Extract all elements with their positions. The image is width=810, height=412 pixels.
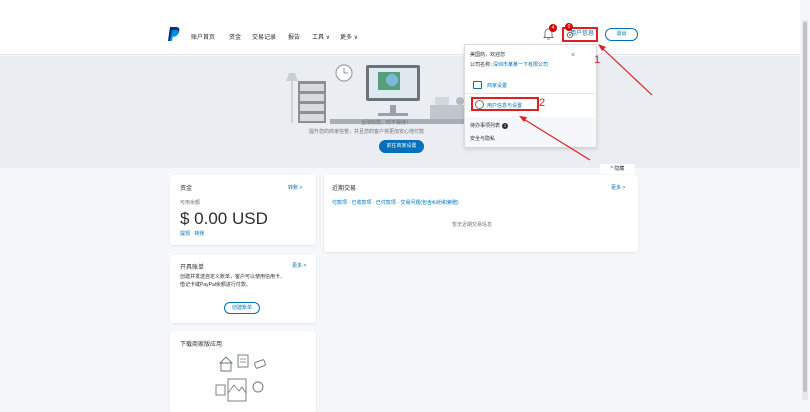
merchant-settings-cta-button[interactable]: 前往商家设置 <box>379 140 424 153</box>
company-name[interactable]: 深圳市某某一下有限公司 <box>493 61 548 68</box>
nav-reports[interactable]: 报告 <box>288 32 300 41</box>
paypal-logo-icon[interactable] <box>168 27 180 41</box>
withdraw-transfer-links[interactable]: 提现 · 转账 <box>180 230 204 237</box>
company-label: 公司名称： <box>470 62 496 68</box>
invoice-card: 开具账单 更多 > 创建并发送自定义账单，客户可以使用信用卡、 借记卡或PayP… <box>170 255 316 323</box>
activity-filter-tabs[interactable]: 付款项 · 已收款项 · 已付款项 · 交易问题(包含纠纷和索赔) <box>332 199 459 206</box>
gear-icon <box>566 31 574 39</box>
hero-subline: 提升您的商家信誉，并且您的客户将更加安心地付款 <box>309 129 425 135</box>
todo-list-label: 待办事项列表 <box>470 123 501 129</box>
recent-activity-title: 近期交易 <box>332 186 357 192</box>
annotation-number-2: 2 <box>539 97 546 109</box>
balance-card: 资金 转账 > 可用余额 $ 0.00 USD 提现 · 转账 <box>170 175 316 245</box>
app-download-title: 下载商家版应用 <box>180 342 223 348</box>
nav-account-home[interactable]: 账户首页 <box>191 32 215 41</box>
app-features-illustration <box>215 354 266 402</box>
annotation-number-1: 1 <box>594 54 601 66</box>
account-dropdown-menu: 美国商，欢迎您 × 公司名称： 深圳市某某一下有限公司 商家设置 用户信息与设置… <box>464 44 597 147</box>
invoice-description-line2: 借记卡或PayPal余额进行付款。 <box>180 282 251 288</box>
nav-funds[interactable]: 资金 <box>229 32 241 41</box>
annotation-highlight-box <box>471 97 539 111</box>
todo-list-link[interactable]: 待办事项列表 1 <box>470 122 509 129</box>
balance-amount: $ 0.00 USD <box>180 209 268 228</box>
create-invoice-button[interactable]: 创建账单 <box>224 302 260 314</box>
todo-count-badge: 1 <box>502 122 509 129</box>
hero-headline: 全球收款，时不我待！ <box>361 120 412 126</box>
nav-tools[interactable]: 工具 ∨ <box>312 32 330 41</box>
collapse-banner-button[interactable]: ^ 隐藏 <box>600 164 635 174</box>
merchant-settings-link[interactable]: 商家设置 <box>487 82 507 89</box>
logout-button[interactable]: 退出 <box>605 28 638 41</box>
nav-transactions[interactable]: 交易记录 <box>252 32 276 41</box>
recent-activity-card: 近期交易 更多 > 付款项 · 已收款项 · 已付款项 · 交易问题(包含纠纷和… <box>324 175 638 252</box>
page-scrollbar-thumb[interactable] <box>803 22 807 392</box>
notification-badge: 4 <box>549 24 557 32</box>
app-download-card: 下载商家版应用 <box>170 331 316 412</box>
transfer-link[interactable]: 转账 > <box>288 184 302 191</box>
no-activity-message: 暂无近期交易信息 <box>452 222 493 228</box>
nav-more[interactable]: 更多 ∨ <box>340 32 358 41</box>
security-privacy-link[interactable]: 安全与隐私 <box>470 135 495 142</box>
invoice-description-line1: 创建并发送自定义账单，客户可以使用信用卡、 <box>180 274 286 280</box>
more-invoice-link[interactable]: 更多 > <box>292 262 306 269</box>
top-navigation: 账户首页 资金 交易记录 报告 工具 ∨ 更多 ∨ 4 用户信息 0 退出 <box>0 0 800 55</box>
account-badge: 0 <box>565 23 573 31</box>
storefront-icon <box>473 81 482 89</box>
close-icon[interactable]: × <box>571 52 575 59</box>
more-activity-link[interactable]: 更多 > <box>611 184 625 191</box>
balance-card-title: 资金 <box>180 186 193 192</box>
dropdown-greeting: 美国商，欢迎您 <box>470 52 506 58</box>
dropdown-divider <box>465 93 596 94</box>
invoice-card-title: 开具账单 <box>180 265 205 271</box>
available-balance-label: 可用余额 <box>180 200 201 206</box>
